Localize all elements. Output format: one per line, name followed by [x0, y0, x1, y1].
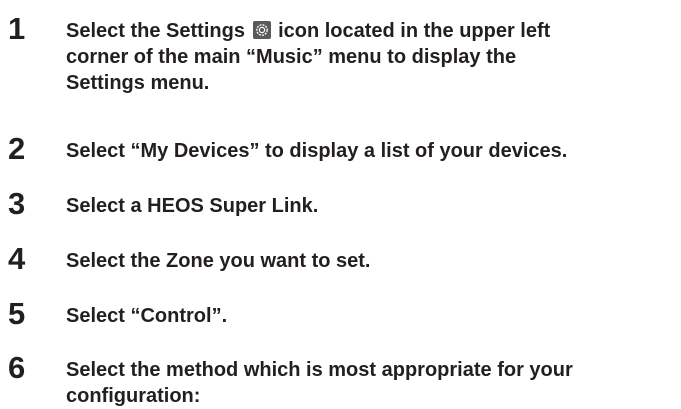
step-number: 3: [8, 186, 26, 221]
step-text: Select the Zone you want to set.: [66, 248, 676, 274]
step-text: Select the Settings icon located in the …: [66, 18, 676, 96]
step-text-line-3: Settings menu.: [66, 72, 210, 94]
step-text-line-1: Select a HEOS Super Link.: [66, 195, 319, 217]
step-text: Select the method which is most appropri…: [66, 357, 676, 409]
step-text: Select “Control”.: [66, 303, 676, 329]
settings-icon: [252, 21, 271, 39]
step-text-line-1: Select “Control”.: [66, 305, 228, 327]
step-text: Select “My Devices” to display a list of…: [66, 138, 676, 164]
step-text-segment: Select the Settings: [66, 20, 245, 42]
step-text-line-2: corner of the main “Music” menu to displ…: [66, 46, 517, 68]
step-text: Select a HEOS Super Link.: [66, 193, 676, 219]
step-text-segment: icon located in the upper left: [278, 20, 551, 42]
step-text-line-1: Select “My Devices” to display a list of…: [66, 140, 568, 162]
step-number: 6: [8, 350, 26, 385]
step-number: 1: [8, 11, 26, 46]
step-text-line-1: Select the Settings icon located in the …: [66, 18, 676, 44]
step-text-line-2: configuration:: [66, 385, 201, 407]
step-number: 5: [8, 296, 26, 331]
step-text-line-1: Select the method which is most appropri…: [66, 359, 573, 381]
step-text-line-1: Select the Zone you want to set.: [66, 250, 371, 272]
step-number: 2: [8, 131, 26, 166]
step-number: 4: [8, 241, 26, 276]
instruction-steps: 1 Select the Settings icon located in th…: [0, 0, 681, 407]
